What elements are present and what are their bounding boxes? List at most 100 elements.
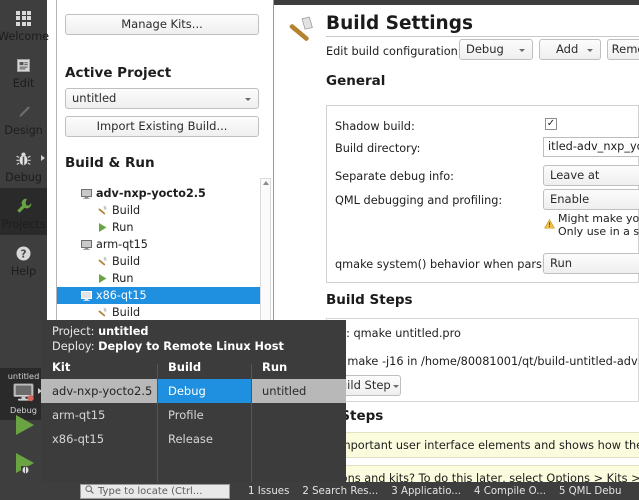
active-project-heading: Active Project — [65, 65, 172, 81]
output-pane-search-results[interactable]: 2 Search Res... — [302, 486, 378, 497]
pencil-icon — [16, 103, 32, 122]
import-existing-build-button[interactable]: Import Existing Build... — [65, 116, 259, 137]
bug-icon — [15, 150, 32, 169]
build-steps-heading: Build Steps — [326, 292, 413, 308]
popup-run-item[interactable] — [251, 403, 346, 427]
play-icon — [95, 222, 109, 233]
popup-divider-1 — [157, 364, 158, 482]
debug-expand-arrow-icon[interactable] — [41, 155, 45, 161]
output-pane-qml-debug[interactable]: 5 QML Debu — [559, 486, 621, 497]
hammer-icon — [95, 205, 109, 216]
sidebar-item-welcome[interactable]: Welcome — [0, 0, 49, 47]
tree-item-build[interactable]: Build — [57, 253, 263, 270]
tree-item-kit-selected[interactable]: x86-qt15 — [57, 287, 263, 304]
popup-project-row: Project: untitled — [41, 320, 346, 339]
chevron-down-icon — [519, 49, 525, 52]
output-pane-application-output[interactable]: 3 Applicatio... — [391, 486, 461, 497]
check-icon: ✓ — [546, 118, 556, 129]
build-configuration-value: Debug — [466, 42, 504, 56]
build-directory-label: Build directory: — [335, 142, 421, 155]
locator-placeholder: Type to locate (Ctrl... — [98, 485, 203, 497]
tree-item-run[interactable]: Run — [57, 270, 263, 287]
add-configuration-label: Add — [556, 42, 579, 56]
popup-deploy-prefix: Deploy: — [52, 340, 99, 353]
tree-item-label: Build — [112, 255, 141, 268]
popup-run-column: Run untitled — [251, 360, 346, 451]
popup-kit-item[interactable]: x86-qt15 — [41, 427, 157, 451]
tree-item-label: Build — [112, 204, 141, 217]
debug-run-button[interactable] — [0, 446, 47, 484]
scroll-up-arrow-icon[interactable] — [263, 181, 269, 185]
tree-item-label: Run — [112, 272, 134, 285]
warning-triangle-icon — [543, 214, 556, 233]
build-directory-input[interactable]: itled-adv_nxp_yo — [543, 137, 639, 157]
qmake-system-label: qmake system() behavior when parsing: — [335, 258, 564, 271]
watermark: CSDN @日系物联 — [536, 0, 621, 1]
build-configuration-combo[interactable]: Debug — [459, 39, 533, 60]
popup-divider-2 — [251, 364, 252, 482]
popup-deploy-name: Deploy to Remote Linux Host — [98, 340, 284, 353]
output-pane-compile-output[interactable]: 4 Compile O... — [474, 486, 546, 497]
active-project-combo[interactable]: untitled — [65, 88, 259, 109]
qml-warning-line-2: Only use in a sa — [558, 225, 639, 238]
popup-build-item[interactable]: Release — [157, 427, 251, 451]
info-banner-1-text: s important user interface elements and … — [327, 438, 639, 452]
document-icon — [16, 56, 31, 75]
tree-item-kit[interactable]: arm-qt15 — [57, 236, 263, 253]
add-configuration-button[interactable]: Add — [539, 39, 601, 60]
popup-kit-item[interactable]: arm-qt15 — [41, 403, 157, 427]
qml-debugging-combo[interactable]: Enable — [543, 189, 639, 210]
tree-item-kit[interactable]: adv-nxp-yocto2.5 — [57, 185, 263, 202]
monitor-icon — [12, 383, 42, 404]
popup-build-column: Build Debug Profile Release — [157, 360, 251, 451]
run-icon — [11, 413, 37, 441]
hammer-icon — [95, 307, 109, 318]
tree-item-label: Run — [112, 221, 134, 234]
build-step-qmake[interactable]: ke: qmake untitled.pro — [333, 327, 461, 340]
tree-item-build[interactable]: Build — [57, 202, 263, 219]
build-run-tree: adv-nxp-yocto2.5 Build Run arm-qt15 Buil… — [57, 185, 263, 321]
qml-warning-line-1: Might make you — [558, 212, 639, 225]
popup-build-item[interactable]: Debug — [157, 379, 251, 403]
popup-run-item[interactable] — [251, 427, 346, 451]
info-banner-1: s important user interface elements and … — [319, 432, 639, 458]
sidebar-item-help[interactable]: ? Help — [0, 235, 47, 282]
qml-debugging-label: QML debugging and profiling: — [335, 194, 503, 207]
output-pane-issues[interactable]: 1 Issues — [248, 486, 289, 497]
info-banner-2: rsions and kits? To do this later, selec… — [319, 465, 639, 482]
wrench-icon — [15, 197, 33, 216]
search-icon — [85, 485, 94, 497]
svg-text:?: ? — [20, 248, 26, 260]
sidebar-item-debug[interactable]: Debug — [0, 141, 47, 188]
popup-columns: Kit adv-nxp-yocto2.5 arm-qt15 x86-qt15 B… — [41, 360, 346, 451]
tree-item-build[interactable]: Build — [57, 304, 263, 321]
tree-item-label: Build — [112, 306, 141, 319]
manage-kits-button[interactable]: Manage Kits... — [65, 14, 259, 35]
popup-build-item[interactable]: Profile — [157, 403, 251, 427]
sidebar-item-edit[interactable]: Edit — [0, 47, 47, 94]
shadow-build-checkbox[interactable]: ✓ — [545, 118, 557, 130]
qml-debugging-value: Enable — [550, 192, 590, 206]
sidebar-item-projects[interactable]: Projects — [0, 188, 47, 235]
popup-run-item[interactable]: untitled — [251, 379, 346, 403]
kit-selector-project: untitled — [7, 371, 40, 381]
tree-item-run[interactable]: Run — [57, 219, 263, 236]
remove-configuration-button[interactable]: Remove — [607, 39, 639, 60]
build-step-make[interactable]: e: make -j16 in /home/80081001/qt/build-… — [333, 355, 638, 368]
grid-icon — [16, 9, 31, 28]
monitor-icon — [79, 239, 93, 250]
locator-input[interactable]: Type to locate (Ctrl... — [80, 483, 230, 499]
run-button[interactable] — [0, 408, 47, 446]
qt-creator-window: Welcome Edit Design Debug Projects ? Hel… — [0, 0, 639, 500]
popup-kit-header: Kit — [52, 360, 71, 374]
debug-run-icon — [11, 451, 37, 479]
popup-kit-item[interactable]: adv-nxp-yocto2.5 — [41, 379, 157, 403]
popup-build-header: Build — [168, 360, 202, 374]
qmake-system-combo[interactable]: Run — [543, 253, 639, 274]
popup-kit-column: Kit adv-nxp-yocto2.5 arm-qt15 x86-qt15 — [41, 360, 157, 451]
separate-debug-info-label: Separate debug info: — [335, 170, 454, 183]
build-step-make-text: e: make -j16 in /home/80081001/qt/build-… — [333, 355, 638, 368]
sidebar-item-design[interactable]: Design — [0, 94, 47, 141]
separate-debug-info-combo[interactable]: Leave at Default — [543, 165, 639, 201]
tree-item-label: x86-qt15 — [96, 289, 147, 302]
